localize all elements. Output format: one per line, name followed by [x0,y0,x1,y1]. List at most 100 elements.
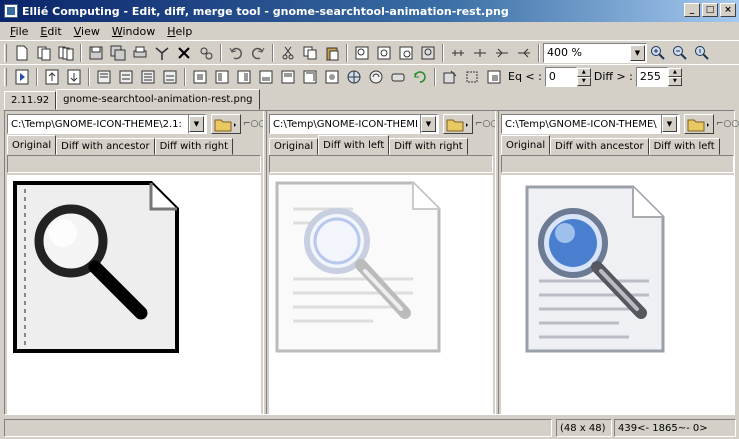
zoom-select[interactable]: 400 % ▼ [543,42,647,63]
open-three-icon[interactable] [55,42,77,63]
chevron-down-icon[interactable]: ▼ [421,116,436,132]
path-row: C:\Temp\GNOME-ICON-THEME\2.1: ▼ ⌐○○ [7,113,266,135]
block-4-icon[interactable] [255,66,277,87]
print-icon[interactable] [129,42,151,63]
copy-all-right-icon[interactable] [159,66,181,87]
path-row: C:\Temp\GNOME-ICON-THEMI ▼ ⌐○○ [269,113,498,135]
zoom-in-icon[interactable] [647,42,669,63]
move-down-icon[interactable] [63,66,85,87]
globe-icon[interactable] [343,66,365,87]
tab-original[interactable]: Original [269,138,319,155]
menu-edit[interactable]: Edit [34,25,67,38]
menu-help[interactable]: Help [161,25,198,38]
tab-diff-with-right[interactable]: Diff with right [389,138,468,155]
spin-down-icon[interactable]: ▼ [667,76,682,86]
option-icon[interactable] [387,66,409,87]
glasses-icon[interactable]: ⌐○○ [716,119,739,129]
cut-icon[interactable] [277,42,299,63]
play-icon[interactable] [11,66,33,87]
replace-icon[interactable] [417,42,439,63]
tab-original[interactable]: Original [501,135,551,155]
image-canvas[interactable] [7,175,261,414]
open-folder-button[interactable] [443,114,473,134]
find-next-icon[interactable] [373,42,395,63]
window-title: Ellié Computing - Edit, diff, merge tool… [22,4,509,18]
eq-input[interactable]: 0 [544,66,577,87]
tab-diff-with-left[interactable]: Diff with left [648,138,720,155]
image-canvas[interactable] [501,175,734,414]
refresh-icon[interactable] [409,66,431,87]
diff-next-icon[interactable] [469,42,491,63]
zoom-out-icon[interactable] [669,42,691,63]
path-select[interactable]: C:\Temp\GNOME-ICON-THEMI ▼ [269,114,439,134]
block-6-icon[interactable] [299,66,321,87]
zoom-fit-icon[interactable] [691,42,713,63]
tab-diff-with-ancestor[interactable]: Diff with ancestor [56,138,155,155]
new-icon[interactable] [11,42,33,63]
open-compare-icon[interactable] [33,42,55,63]
diff-last-icon[interactable] [513,42,535,63]
find-prev-icon[interactable] [395,42,417,63]
image-canvas[interactable] [269,175,493,414]
block-7-icon[interactable] [321,66,343,87]
select-icon[interactable] [439,66,461,87]
spin-up-icon[interactable]: ▲ [576,67,591,77]
chevron-down-icon[interactable]: ▼ [630,44,645,61]
menu-view[interactable]: View [68,25,106,38]
merge-icon[interactable] [151,42,173,63]
tab-original[interactable]: Original [7,135,57,155]
toolbar-grip[interactable] [4,43,7,62]
copy-right-icon[interactable] [115,66,137,87]
tab-diff-with-ancestor[interactable]: Diff with ancestor [550,138,649,155]
undo-icon[interactable] [225,42,247,63]
minimize-button[interactable]: _ [684,3,700,17]
document-tabs: 2.11.92 gnome-searchtool-animation-rest.… [4,88,735,110]
open-folder-button[interactable] [211,114,241,134]
tab-gnome-searchtool[interactable]: gnome-searchtool-animation-rest.png [56,89,260,110]
properties-icon[interactable] [195,42,217,63]
close-button[interactable]: × [720,3,736,17]
path-select[interactable]: C:\Temp\GNOME-ICON-THEME\ ▼ [501,114,680,134]
diff-input[interactable]: 255 [635,66,668,87]
block-3-icon[interactable] [233,66,255,87]
sync-icon[interactable] [365,66,387,87]
tab-2-11-92[interactable]: 2.11.92 [4,91,57,110]
copy-left-icon[interactable] [93,66,115,87]
toolbar-separator [36,67,38,86]
open-folder-button[interactable] [684,114,714,134]
save-icon[interactable] [85,42,107,63]
menu-file[interactable]: File [4,25,34,38]
diff-prev-icon[interactable] [447,42,469,63]
toolbar-separator [80,43,82,62]
path-select[interactable]: C:\Temp\GNOME-ICON-THEME\2.1: ▼ [7,114,207,134]
tab-diff-with-right[interactable]: Diff with right [154,138,233,155]
eq-spinner[interactable]: ▲ ▼ [576,67,591,86]
maximize-button[interactable]: □ [702,3,718,17]
diff-spinner[interactable]: ▲ ▼ [667,67,682,86]
paste-icon[interactable] [321,42,343,63]
chevron-down-icon[interactable]: ▼ [189,116,204,132]
glasses-icon[interactable]: ⌐○○ [243,119,266,129]
redo-icon[interactable] [247,42,269,63]
delete-icon[interactable] [173,42,195,63]
toolbar-grip[interactable] [4,67,7,86]
block-2-icon[interactable] [211,66,233,87]
spin-down-icon[interactable]: ▼ [576,76,591,86]
diff-first-icon[interactable] [491,42,513,63]
chevron-down-icon[interactable]: ▼ [662,116,677,132]
copy-all-left-icon[interactable] [137,66,159,87]
move-up-icon[interactable] [41,66,63,87]
spin-up-icon[interactable]: ▲ [667,67,682,77]
save-all-icon[interactable] [107,42,129,63]
toolbar-separator [442,43,444,62]
transparency-icon[interactable] [483,66,505,87]
menu-window[interactable]: Window [106,25,161,38]
tab-diff-with-left[interactable]: Diff with left [318,135,390,155]
pane-info-bar [7,155,261,173]
find-icon[interactable] [351,42,373,63]
crop-icon[interactable] [461,66,483,87]
glasses-icon[interactable]: ⌐○○ [475,119,498,129]
copy-icon[interactable] [299,42,321,63]
block-1-icon[interactable] [189,66,211,87]
block-5-icon[interactable] [277,66,299,87]
